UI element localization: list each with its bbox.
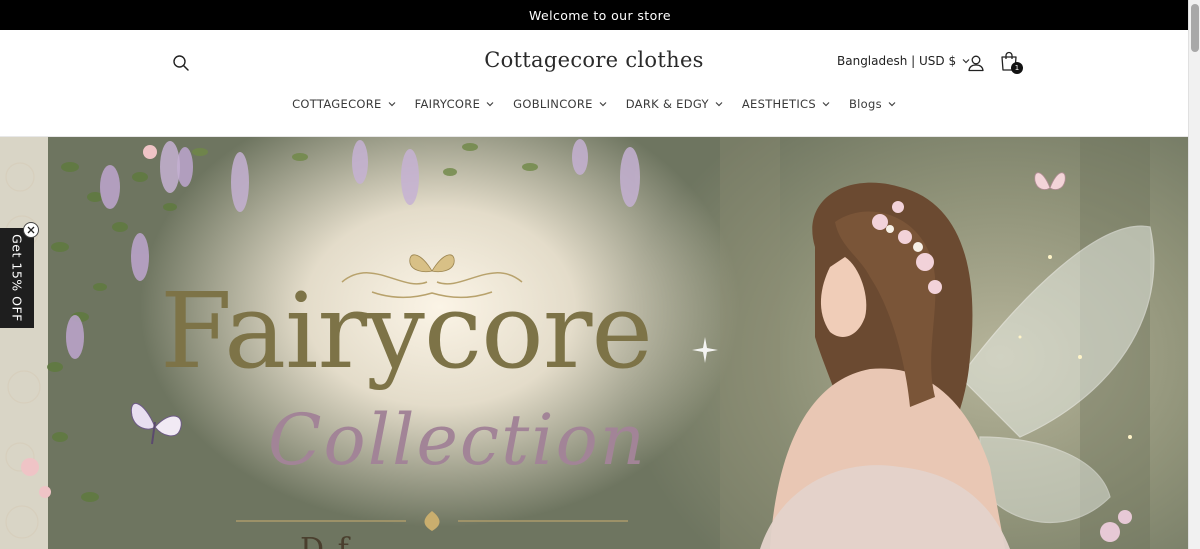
scrollbar-thumb[interactable] [1191,4,1199,52]
currency-label: Bangladesh | USD $ [837,54,957,68]
butterfly-icon [130,402,182,445]
discount-close-button[interactable] [23,222,39,238]
hero-subtitle: Collection [268,399,647,481]
nav-item-label: AESTHETICS [741,97,816,111]
announcement-bar: Welcome to our store [0,0,1200,30]
fairy-illustration [720,137,1155,549]
hero-tagline: D f [300,535,351,549]
discount-popup-tab[interactable]: Get 15% OFF [0,228,34,328]
account-button[interactable] [966,53,986,73]
wisteria-decoration [160,139,640,212]
close-icon [27,226,35,234]
nav-item-label: FAIRYCORE [414,97,481,111]
discount-label: Get 15% OFF [9,234,25,322]
cart-button[interactable]: 1 [999,50,1023,76]
site-header: Cottagecore clothes Bangladesh | USD $ 1… [0,30,1200,137]
nav-item-fairycore[interactable]: FAIRYCORE [415,97,495,111]
nav-item-goblincore[interactable]: GOBLINCORE [513,97,607,111]
country-currency-selector[interactable]: Bangladesh | USD $ [837,54,970,68]
chevron-down-icon [888,102,896,107]
nav-item-cottagecore[interactable]: COTTAGECORE [292,97,396,111]
main-navigation: COTTAGECORE FAIRYCORE GOBLINCORE DARK & … [0,97,1188,111]
sparkle-decoration [692,337,718,363]
user-icon [968,55,984,72]
hero-title: Fairycore [160,270,653,392]
nav-item-label: GOBLINCORE [513,97,593,111]
nav-item-blogs[interactable]: Blogs [849,97,896,111]
nav-item-label: DARK & EDGY [625,97,709,111]
chevron-down-icon [486,102,494,107]
announcement-text: Welcome to our store [529,7,671,23]
nav-item-label: Blogs [848,97,882,111]
chevron-down-icon [599,102,607,107]
nav-item-label: COTTAGECORE [292,97,382,111]
chevron-down-icon [715,102,723,107]
nav-item-dark-edgy[interactable]: DARK & EDGY [626,97,723,111]
chevron-down-icon [388,102,396,107]
page-scrollbar[interactable] [1188,0,1200,549]
chevron-down-icon [822,102,830,107]
nav-item-aesthetics[interactable]: AESTHETICS [742,97,830,111]
cart-count-badge: 1 [1011,62,1023,74]
hero-banner[interactable]: Fairycore Collection D f [0,137,1188,549]
divider-ornament [236,511,628,531]
